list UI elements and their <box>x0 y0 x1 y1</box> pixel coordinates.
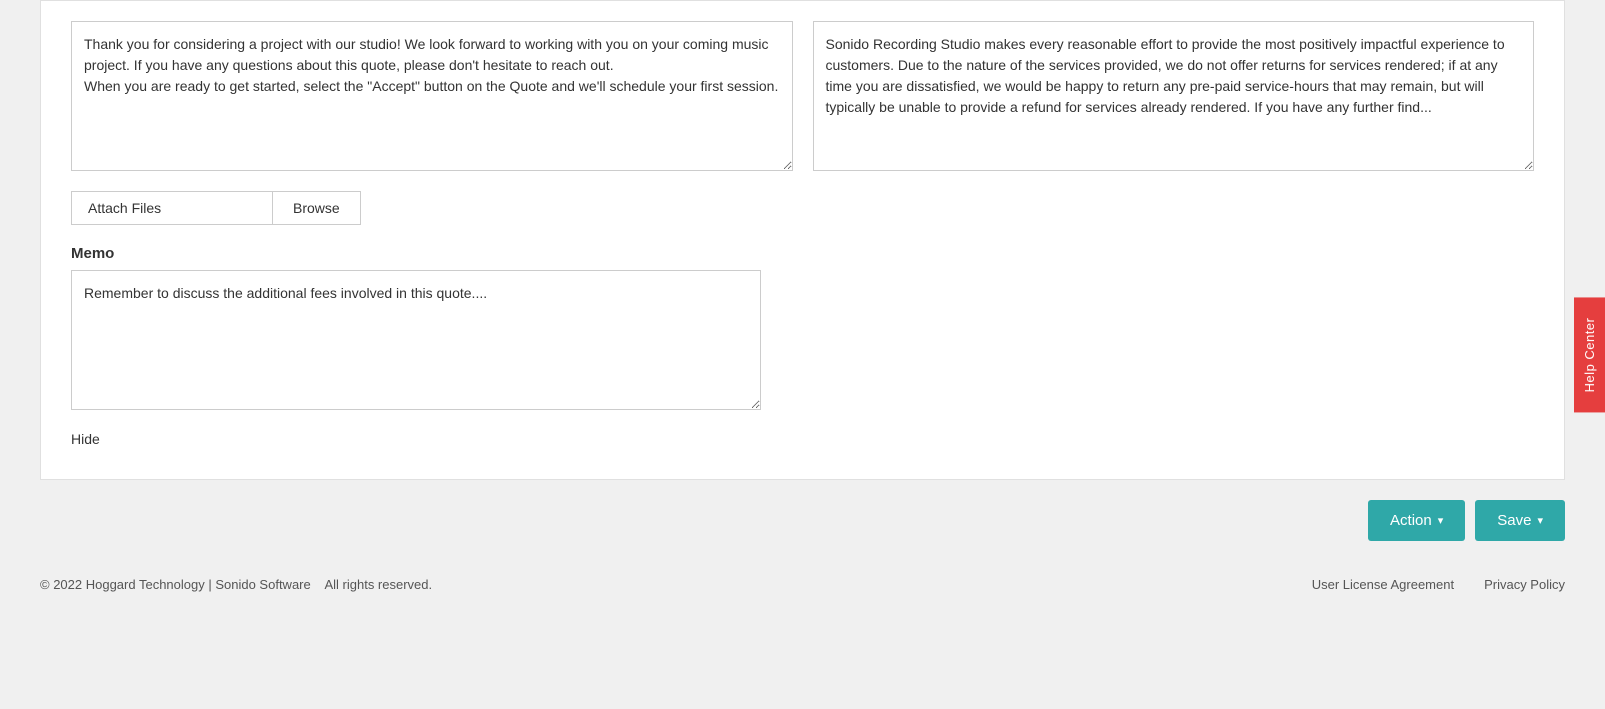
top-row <box>71 21 1534 171</box>
save-chevron-icon: ▾ <box>1537 514 1543 527</box>
memo-textarea[interactable] <box>71 270 761 410</box>
attach-files-label: Attach Files <box>72 192 272 224</box>
attach-files-row: Attach Files Browse <box>71 191 361 225</box>
privacy-policy-link[interactable]: Privacy Policy <box>1484 577 1565 592</box>
user-license-link[interactable]: User License Agreement <box>1312 577 1454 592</box>
action-button[interactable]: Action ▾ <box>1368 500 1465 541</box>
browse-button[interactable]: Browse <box>272 192 360 224</box>
footer-links: User License Agreement Privacy Policy <box>1312 577 1565 592</box>
copyright-text: © 2022 Hoggard Technology | Sonido Softw… <box>40 577 311 592</box>
main-card: Attach Files Browse Memo Hide <box>40 0 1565 480</box>
rights-text: All rights reserved. <box>324 577 432 592</box>
save-button-label: Save <box>1497 512 1531 529</box>
welcome-message-textarea[interactable] <box>71 21 793 171</box>
footer: © 2022 Hoggard Technology | Sonido Softw… <box>0 561 1605 608</box>
footer-copyright: © 2022 Hoggard Technology | Sonido Softw… <box>40 577 432 592</box>
action-chevron-icon: ▾ <box>1438 514 1444 527</box>
hide-link[interactable]: Hide <box>71 431 100 447</box>
action-button-label: Action <box>1390 512 1432 529</box>
terms-textarea[interactable] <box>813 21 1535 171</box>
bottom-bar: Action ▾ Save ▾ <box>0 480 1605 561</box>
memo-section: Memo <box>71 245 1534 415</box>
save-button[interactable]: Save ▾ <box>1475 500 1565 541</box>
memo-label: Memo <box>71 245 1534 262</box>
help-center-button[interactable]: Help Center <box>1574 297 1605 412</box>
